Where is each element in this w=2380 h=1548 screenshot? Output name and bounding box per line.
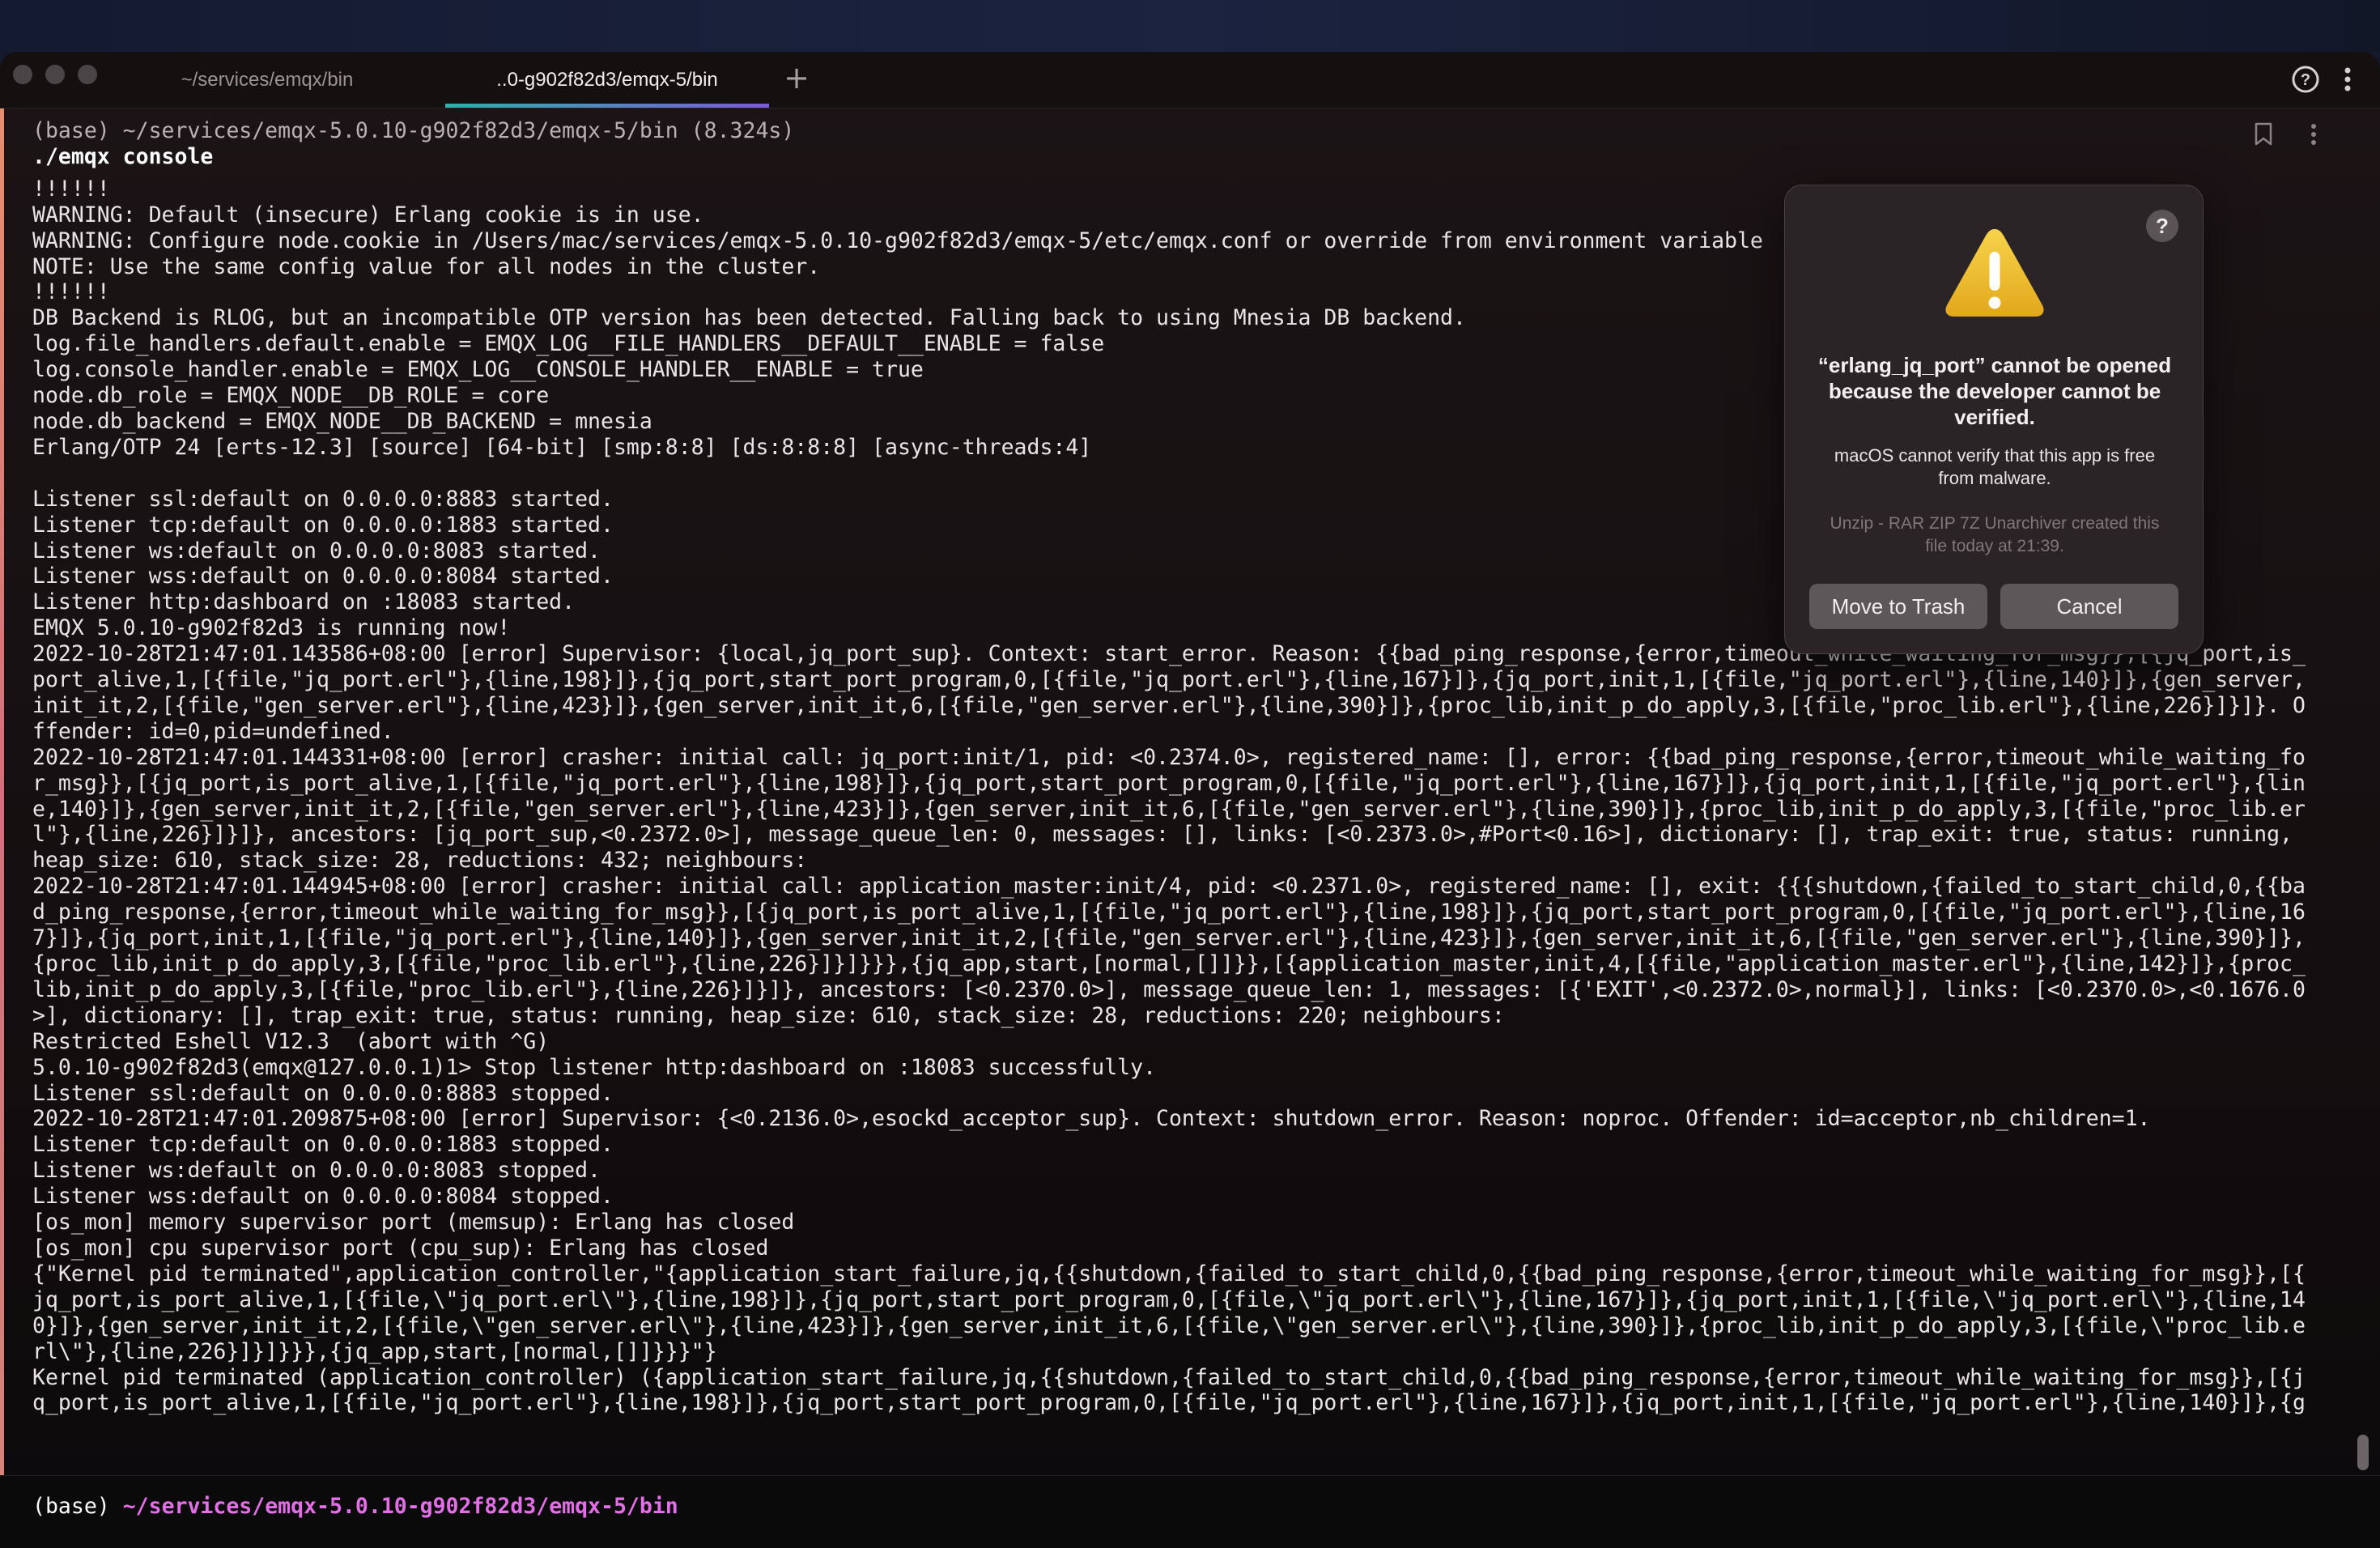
output-line: 0}]},{gen_server,init_it,2,[{file,\"gen_… xyxy=(32,1312,2306,1338)
input-editor[interactable]: (base) ~/services/emqx-5.0.10-g902f82d3/… xyxy=(0,1475,2380,1548)
output-line: [os_mon] memory supervisor port (memsup)… xyxy=(32,1210,795,1235)
dialog-help-button[interactable]: ? xyxy=(2146,210,2178,242)
tab-label: ..0-g902f82d3/emqx-5/bin xyxy=(496,69,718,91)
output-line: 5.0.10-g902f82d3(emqx@127.0.0.1)1> Stop … xyxy=(32,1054,1157,1080)
title-bar: ~/services/emqx/bin ..0-g902f82d3/emqx-5… xyxy=(0,52,2380,108)
kebab-menu-icon[interactable] xyxy=(2331,63,2364,96)
output-line: heap_size: 610, stack_size: 28, reductio… xyxy=(32,848,808,874)
output-line: l"},{line,226}]}]}, ancestors: [jq_port_… xyxy=(32,822,2293,848)
cancel-button[interactable]: Cancel xyxy=(2000,584,2178,629)
warning-triangle-icon xyxy=(1942,224,2047,321)
desktop-background xyxy=(0,0,2380,52)
output-line: 7}]},{jq_port,init,1,[{file,"jq_port.erl… xyxy=(32,925,2306,951)
dialog-message: macOS cannot verify that this app is fre… xyxy=(1834,445,2156,488)
tab-services-emqx-bin[interactable]: ~/services/emqx/bin xyxy=(146,52,389,108)
output-line: 2022-10-28T21:47:01.144331+08:00 [error]… xyxy=(32,744,2306,770)
output-line: Restricted Eshell V12.3 (abort with ^G) xyxy=(32,1028,550,1054)
output-line: Listener ssl:default on 0.0.0.0:8883 sto… xyxy=(32,1080,614,1106)
help-circle-icon[interactable]: ? xyxy=(2289,63,2322,96)
output-line: d_ping_response,{error,timeout_while_wai… xyxy=(32,899,2306,925)
output-line: e,140}]},{gen_server,init_it,2,[{file,"g… xyxy=(32,796,2306,822)
output-line: 2022-10-28T21:47:01.209875+08:00 [error]… xyxy=(32,1106,2151,1132)
output-line: {proc_lib,init_p_do_apply,3,[{file,"proc… xyxy=(32,951,2306,976)
output-line: Listener tcp:default on 0.0.0.0:1883 sto… xyxy=(32,1132,614,1158)
prompt: (base) ~/services/emqx-5.0.10-g902f82d3/… xyxy=(32,1494,678,1519)
output-line: init_it,2,[{file,"gen_server.erl"},{line… xyxy=(32,692,2306,718)
output-line: ffender: id=0,pid=undefined. xyxy=(32,718,394,744)
scrollbar-thumb[interactable] xyxy=(2357,1435,2369,1470)
block-menu-icon[interactable] xyxy=(2297,118,2330,151)
zoom-window-button[interactable] xyxy=(78,65,97,84)
output-line: lib,init_p_do_apply,3,[{file,"proc_lib.e… xyxy=(32,976,2306,1002)
prompt-path: ~/services/emqx-5.0.10-g902f82d3/emqx-5/… xyxy=(122,1494,678,1519)
output-line: >], dictionary: [], trap_exit: true, sta… xyxy=(32,1002,1505,1028)
terminal-window: ~/services/emqx/bin ..0-g902f82d3/emqx-5… xyxy=(0,52,2380,1548)
tab-label: ~/services/emqx/bin xyxy=(181,69,354,91)
output-line: 2022-10-28T21:47:01.144945+08:00 [error]… xyxy=(32,874,2306,899)
prompt-env: (base) xyxy=(32,1494,110,1519)
output-line: q_port,is_port_alive,1,[{file,"jq_port.e… xyxy=(32,1390,2306,1416)
dialog-source-info: Unzip - RAR ZIP 7Z Unarchiver created th… xyxy=(1830,514,2160,555)
output-line: Listener wss:default on 0.0.0.0:8084 sto… xyxy=(32,1184,614,1210)
output-line: jq_port,is_port_alive,1,[{file,\"jq_port… xyxy=(32,1286,2306,1312)
output-line: r_msg}},[{jq_port,is_port_alive,1,[{file… xyxy=(32,770,2306,796)
block-command: ./emqx console xyxy=(32,143,214,169)
dialog-title: “erlang_jq_port” cannot be opened becaus… xyxy=(1817,353,2172,429)
gatekeeper-alert-dialog: ? “erlang_jq_port” cannot be opened beca… xyxy=(1784,185,2204,654)
block-header: (base) ~/services/emqx-5.0.10-g902f82d3/… xyxy=(32,118,795,143)
output-line: port_alive,1,[{file,"jq_port.erl"},{line… xyxy=(32,667,2306,693)
close-window-button[interactable] xyxy=(13,65,32,84)
output-line: Kernel pid terminated (application_contr… xyxy=(32,1364,2306,1390)
output-line: [os_mon] cpu supervisor port (cpu_sup): … xyxy=(32,1235,769,1261)
active-tab-indicator xyxy=(445,104,769,108)
tab-emqx-5-bin[interactable]: ..0-g902f82d3/emqx-5/bin xyxy=(445,52,769,108)
block-accent-bar xyxy=(0,108,4,1475)
new-tab-button[interactable]: + xyxy=(780,62,813,94)
minimize-window-button[interactable] xyxy=(45,65,65,84)
output-line: {"Kernel pid terminated",application_con… xyxy=(32,1261,2306,1286)
svg-text:?: ? xyxy=(2301,71,2310,89)
output-line: Listener ws:default on 0.0.0.0:8083 stop… xyxy=(32,1158,601,1184)
move-to-trash-button[interactable]: Move to Trash xyxy=(1809,584,1987,629)
output-line: rl\"},{line,226}]}]}}},{jq_app,start,[no… xyxy=(32,1338,717,1364)
bookmark-icon[interactable] xyxy=(2247,118,2280,151)
